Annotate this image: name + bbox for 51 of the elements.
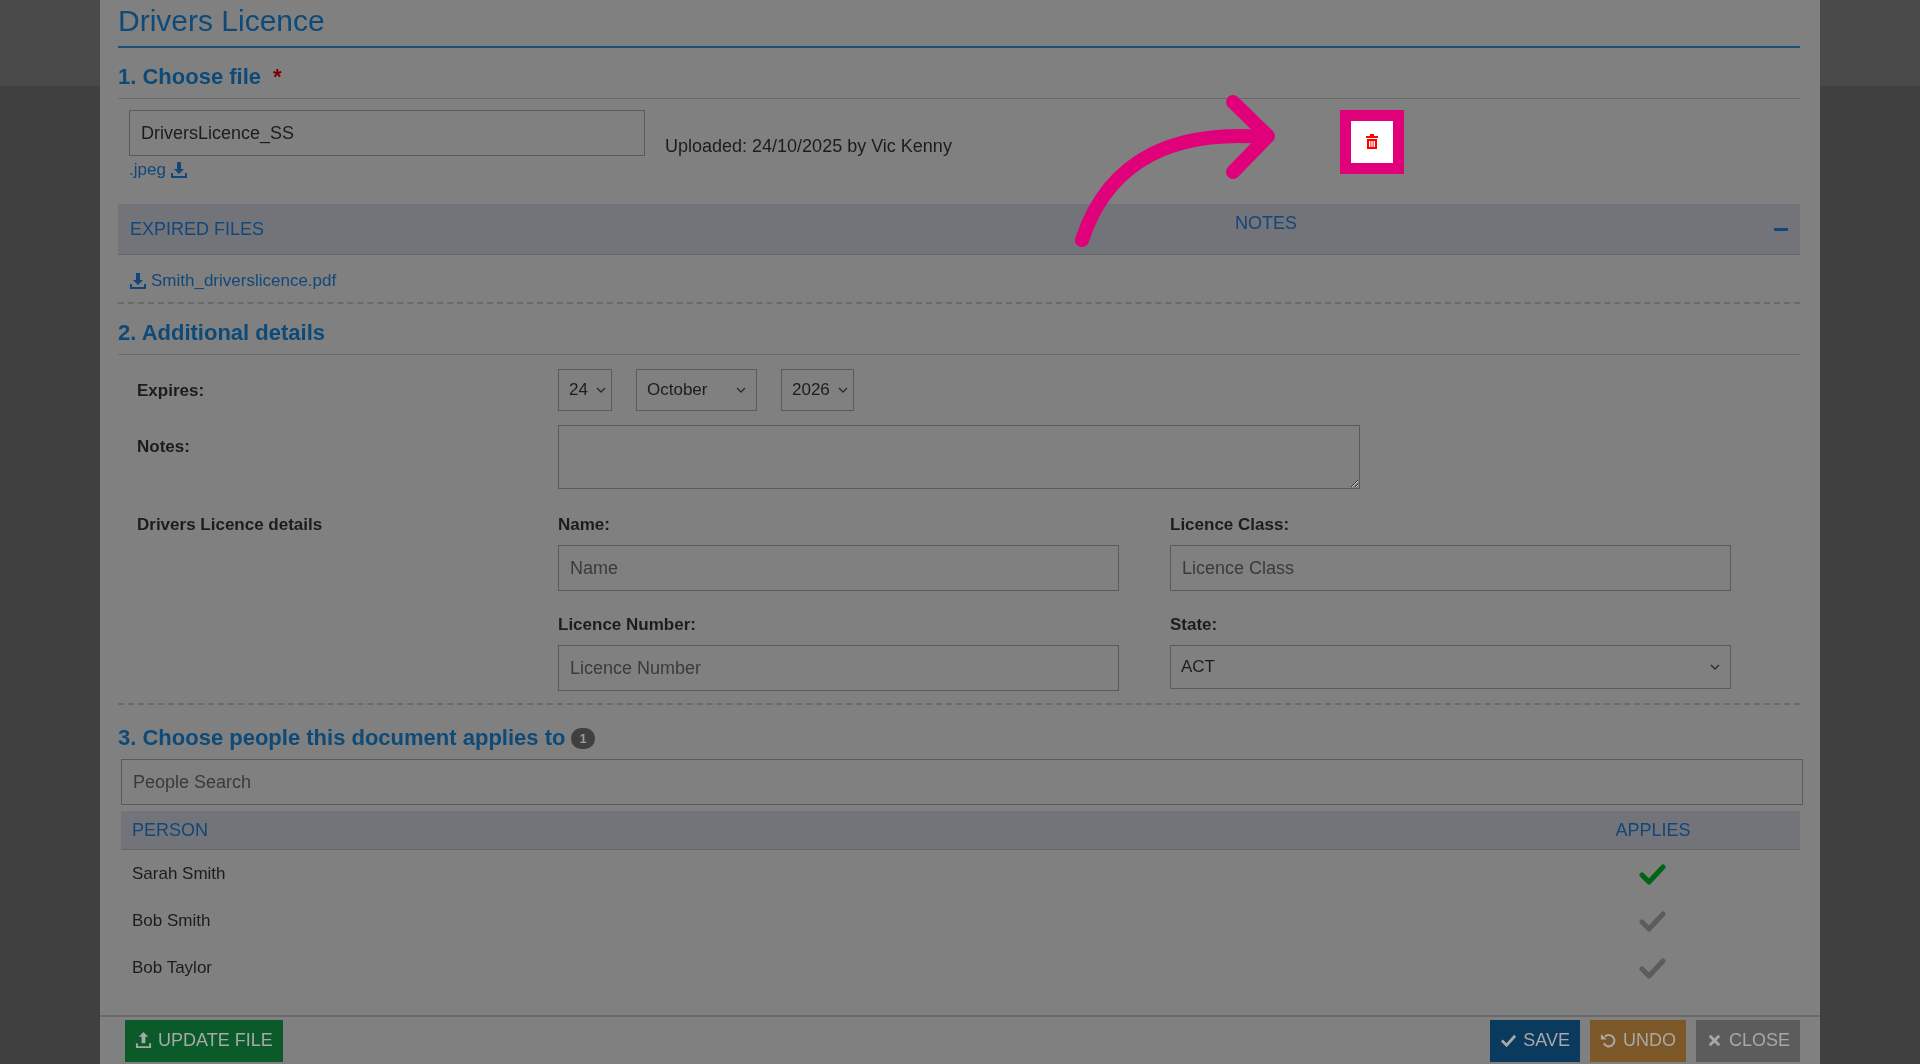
- field-label: Drivers Licence details: [137, 514, 324, 536]
- expired-file-link[interactable]: Smith_driverslicence.pdf: [129, 271, 337, 291]
- table-cell-text: Sarah Smith: [132, 863, 227, 884]
- section-heading: 2. Additional details: [118, 320, 325, 346]
- chevron-icon: [595, 386, 606, 394]
- field-label: Name:: [558, 514, 611, 535]
- dialog-title: Drivers Licence: [118, 0, 1800, 48]
- notes-field[interactable]: [558, 425, 1360, 489]
- chevron-icon: [1710, 663, 1720, 671]
- download-icon: [129, 272, 147, 290]
- upload-info: Uploaded: 24/10/2025 by Vic Kenny: [665, 136, 953, 157]
- column-header: EXPIRED FILES: [130, 218, 266, 240]
- trash-icon: [1365, 134, 1379, 150]
- upload-icon: [135, 1032, 152, 1049]
- checkmark-icon[interactable]: [1639, 955, 1667, 980]
- field-label: Licence Number:: [558, 614, 697, 635]
- chevron-icon: [837, 386, 848, 394]
- search-field[interactable]: People Search: [121, 759, 1803, 805]
- month-select[interactable]: October: [636, 369, 757, 411]
- close-button[interactable]: CLOSE: [1695, 1019, 1800, 1062]
- file-extension-link[interactable]: .jpeg: [129, 160, 188, 180]
- chevron-icon: [736, 386, 746, 394]
- section-heading: 3. Choose people this document applies to: [118, 725, 566, 751]
- save-button[interactable]: SAVE: [1490, 1019, 1580, 1062]
- section-heading: 1. Choose file: [118, 64, 262, 90]
- checkmark-icon[interactable]: [1639, 861, 1667, 886]
- file-name-field[interactable]: DriversLicence_SS: [129, 110, 645, 156]
- delete-button[interactable]: [1340, 110, 1404, 174]
- count-badge: 1: [571, 727, 595, 749]
- check-icon: [1500, 1032, 1518, 1049]
- text-field[interactable]: Name: [558, 545, 1119, 591]
- column-header: NOTES: [1235, 212, 1298, 234]
- required-mark: *: [273, 64, 282, 90]
- undo-button[interactable]: UNDO: [1589, 1019, 1686, 1062]
- checkmark-icon[interactable]: [1639, 908, 1667, 933]
- field-label: Notes:: [137, 436, 191, 458]
- table-cell-text: Bob Smith: [132, 910, 212, 931]
- field-label: State:: [1170, 614, 1219, 635]
- text-field[interactable]: Licence Number: [558, 645, 1119, 691]
- undo-icon: [1599, 1032, 1617, 1049]
- download-icon: [169, 161, 188, 179]
- field-label: Expires:: [137, 380, 206, 402]
- column-header: APPLIES: [1615, 819, 1691, 841]
- field-label: Licence Class:: [1170, 514, 1291, 535]
- update-file-button[interactable]: UPDATE FILE: [125, 1019, 283, 1062]
- table-cell-text: Bob Taylor: [132, 957, 213, 978]
- text-field[interactable]: Licence Class: [1170, 545, 1731, 591]
- year-select[interactable]: 2026: [781, 369, 854, 411]
- state-select[interactable]: ACT: [1170, 645, 1731, 689]
- column-header: PERSON: [132, 819, 210, 841]
- day-select[interactable]: 24: [558, 369, 612, 411]
